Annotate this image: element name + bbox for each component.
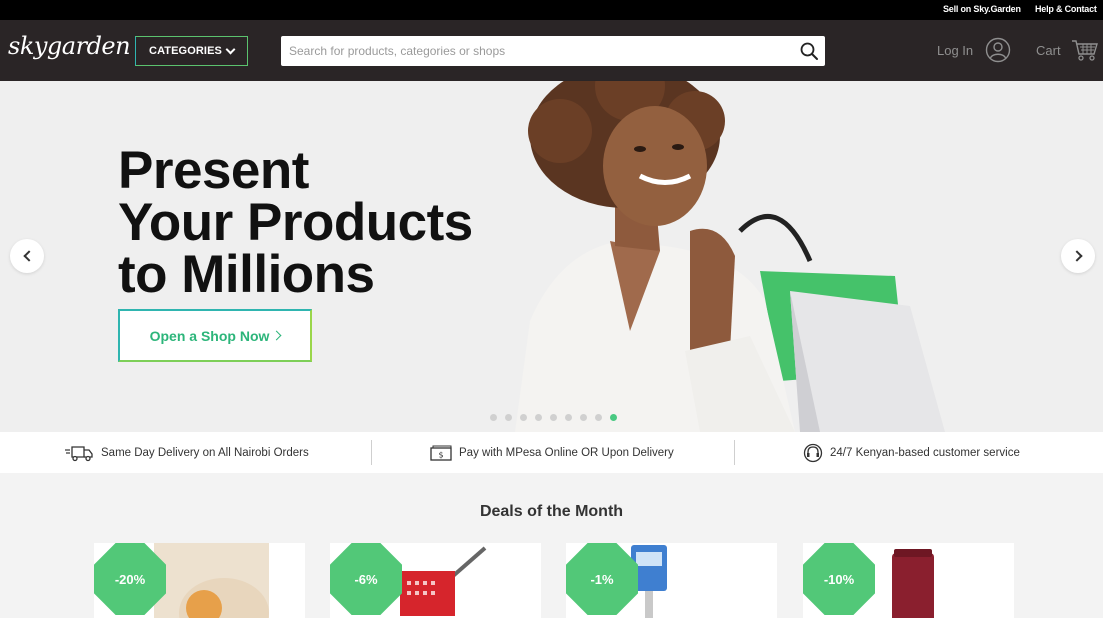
features-strip: Same Day Delivery on All Nairobi Orders … — [0, 432, 1103, 473]
deal-card[interactable]: -1% — [566, 543, 777, 618]
hero-headline: Present Your Products to Millions — [118, 141, 473, 304]
headline-line-3: to Millions — [118, 245, 375, 304]
deal-card[interactable]: -6% — [330, 543, 541, 618]
login-label: Log In — [937, 42, 974, 58]
carousel-dot[interactable] — [610, 414, 617, 421]
categories-button[interactable]: CATEGORIES — [135, 36, 248, 66]
feature-payment-text: Pay with MPesa Online OR Upon Delivery — [459, 446, 674, 459]
deal-card[interactable]: -10% — [803, 543, 1014, 618]
carousel-dot[interactable] — [565, 414, 572, 421]
discount-badge: -10% — [803, 543, 875, 615]
delivery-truck-icon — [65, 445, 93, 461]
sell-link[interactable]: Sell on Sky.Garden — [943, 4, 1021, 14]
divider — [734, 440, 735, 465]
user-icon — [985, 37, 1011, 63]
chevron-left-icon — [22, 250, 35, 262]
carousel-dot[interactable] — [535, 414, 542, 421]
carousel-next-button[interactable] — [1061, 239, 1095, 273]
headline-line-2: Your Products — [118, 193, 473, 252]
feature-payment: $ Pay with MPesa Online OR Upon Delivery — [430, 432, 674, 473]
carousel-dot[interactable] — [580, 414, 587, 421]
carousel-dots — [490, 414, 617, 421]
cash-icon: $ — [430, 445, 452, 461]
svg-text:$: $ — [438, 450, 443, 459]
hero-banner: Present Your Products to Millions Open a… — [0, 81, 1103, 432]
carousel-dot[interactable] — [505, 414, 512, 421]
open-shop-label: Open a Shop Now — [149, 327, 270, 344]
headline-line-1: Present — [118, 141, 309, 200]
search-icon[interactable] — [799, 41, 819, 61]
site-header: skygarden CATEGORIES Log In Cart — [0, 20, 1103, 81]
chevron-down-icon — [225, 44, 236, 54]
search-bar — [281, 36, 825, 66]
carousel-dot[interactable] — [595, 414, 602, 421]
login-button[interactable]: Log In — [937, 37, 1011, 63]
help-contact-link[interactable]: Help & Contact — [1035, 4, 1097, 14]
feature-service-text: 24/7 Kenyan-based customer service — [830, 446, 1020, 459]
deal-card[interactable]: -20% — [94, 543, 305, 618]
chevron-right-icon — [271, 330, 282, 341]
categories-label: CATEGORIES — [149, 45, 222, 57]
deals-title: Deals of the Month — [479, 503, 624, 520]
feature-service: 24/7 Kenyan-based customer service — [803, 432, 1020, 473]
carousel-dot[interactable] — [520, 414, 527, 421]
carousel-dot[interactable] — [490, 414, 497, 421]
hero-image — [515, 81, 945, 432]
product-image — [154, 543, 269, 618]
cart-icon — [1071, 40, 1098, 61]
feature-delivery: Same Day Delivery on All Nairobi Orders — [64, 432, 309, 473]
open-shop-button[interactable]: Open a Shop Now — [118, 309, 312, 362]
product-image — [892, 549, 934, 618]
carousel-dot[interactable] — [550, 414, 557, 421]
utility-bar: Sell on Sky.Garden Help & Contact — [0, 0, 1103, 20]
divider — [371, 440, 372, 465]
feature-delivery-text: Same Day Delivery on All Nairobi Orders — [101, 446, 309, 459]
logo[interactable]: skygarden — [8, 32, 131, 60]
carousel-prev-button[interactable] — [10, 239, 44, 273]
chevron-right-icon — [1070, 250, 1083, 262]
support-headset-icon — [803, 443, 823, 462]
search-input[interactable] — [281, 36, 781, 66]
cart-label: Cart — [1036, 42, 1061, 58]
cart-button[interactable]: Cart — [1036, 38, 1099, 62]
